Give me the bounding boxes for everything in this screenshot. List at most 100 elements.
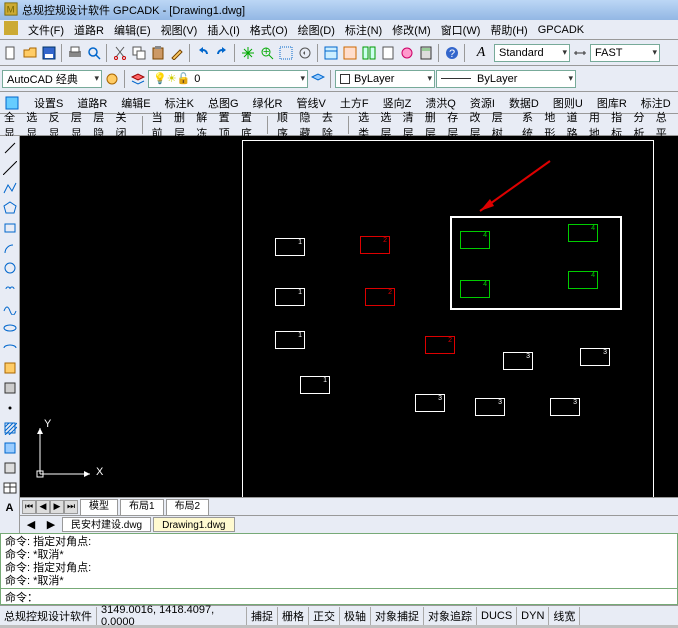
textstyle-combo[interactable]: Standard <box>494 44 570 62</box>
zoom-realtime-icon[interactable]: + <box>258 44 276 62</box>
status-toggle[interactable]: 对象捕捉 <box>371 607 424 625</box>
help-icon[interactable]: ? <box>443 44 461 62</box>
cut-icon[interactable] <box>111 44 129 62</box>
sys-menu-icon[interactable] <box>4 21 18 38</box>
region-icon[interactable] <box>2 460 18 476</box>
status-toggle[interactable]: 捕捉 <box>247 607 278 625</box>
properties-icon[interactable] <box>322 44 340 62</box>
layout-tab[interactable]: 布局1 <box>120 499 164 515</box>
tab-first-icon[interactable]: ⏮ <box>22 500 36 514</box>
zoom-window-icon[interactable] <box>277 44 295 62</box>
entity-box: 1 <box>275 331 305 349</box>
layout-tabs: ⏮ ◀ ▶ ⏭ 模型 布局1 布局2 <box>20 497 678 515</box>
entity-box: 3 <box>580 348 610 366</box>
menu-item[interactable]: 标注(N) <box>345 22 382 38</box>
arc-icon[interactable] <box>2 240 18 256</box>
tab-nav-icon[interactable]: ▶ <box>42 516 60 534</box>
svg-text:?: ? <box>449 48 455 60</box>
match-icon[interactable] <box>168 44 186 62</box>
workspace-settings-icon[interactable] <box>103 70 121 88</box>
menu-item[interactable]: 绘图(D) <box>298 22 335 38</box>
rectangle-icon[interactable] <box>2 220 18 236</box>
ellipse-icon[interactable] <box>2 320 18 336</box>
revcloud-icon[interactable] <box>2 280 18 296</box>
menu-item[interactable]: 修改(M) <box>392 22 431 38</box>
layer-combo[interactable]: 💡 ☀ 🔓 0 <box>148 70 308 88</box>
status-toggle[interactable]: DUCS <box>477 607 517 625</box>
layout-tab[interactable]: 模型 <box>80 499 118 515</box>
toolpalette-icon[interactable] <box>360 44 378 62</box>
menu-item[interactable]: 视图(V) <box>161 22 198 38</box>
menu-item[interactable]: GPCADK <box>538 24 584 36</box>
ellipsearc-icon[interactable] <box>2 340 18 356</box>
redo-icon[interactable] <box>213 44 231 62</box>
menu-item[interactable]: 道路R <box>74 22 104 38</box>
preview-icon[interactable] <box>85 44 103 62</box>
entity-box: 3 <box>415 394 445 412</box>
status-toggle[interactable]: 正交 <box>309 607 340 625</box>
color-combo[interactable]: ByLayer <box>335 70 435 88</box>
window-title: 总规控规设计软件 GPCADK - [Drawing1.dwg] <box>22 2 245 18</box>
spline-icon[interactable] <box>2 300 18 316</box>
print-icon[interactable] <box>66 44 84 62</box>
menu-item[interactable]: 文件(F) <box>28 22 64 38</box>
command-window[interactable]: 命令: 指定对角点: 命令: *取消* 命令: 指定对角点: 命令: *取消* <box>0 533 678 589</box>
point-icon[interactable] <box>2 400 18 416</box>
menu-item[interactable]: 插入(I) <box>207 22 239 38</box>
lock-icon: 🔓 <box>177 72 191 85</box>
designcenter-icon[interactable] <box>341 44 359 62</box>
mtext-icon[interactable]: A <box>2 500 18 516</box>
dimstyle-icon[interactable] <box>571 44 589 62</box>
zoom-prev-icon[interactable] <box>296 44 314 62</box>
markup-icon[interactable] <box>398 44 416 62</box>
workspace-combo[interactable]: AutoCAD 经典 <box>2 70 102 88</box>
open-icon[interactable] <box>21 44 39 62</box>
pline-icon[interactable] <box>2 180 18 196</box>
menu-item[interactable]: 格式(O) <box>250 22 288 38</box>
textstyle-icon[interactable]: A <box>469 44 493 62</box>
entity-box: 3 <box>503 352 533 370</box>
sheet-icon[interactable] <box>379 44 397 62</box>
entity-box: 4 <box>460 280 490 298</box>
tab-next-icon[interactable]: ▶ <box>50 500 64 514</box>
layer-manager-icon[interactable] <box>129 70 147 88</box>
copy-icon[interactable] <box>130 44 148 62</box>
status-toggle[interactable]: 线宽 <box>549 607 580 625</box>
status-toggle[interactable]: DYN <box>517 607 549 625</box>
pan-icon[interactable] <box>239 44 257 62</box>
table-icon[interactable] <box>2 480 18 496</box>
status-toggle[interactable]: 极轴 <box>340 607 371 625</box>
insert-icon[interactable] <box>2 360 18 376</box>
menu-item[interactable]: 帮助(H) <box>490 22 527 38</box>
draw-toolbar: A <box>0 136 20 533</box>
gradient-icon[interactable] <box>2 440 18 456</box>
status-toggle[interactable]: 栅格 <box>278 607 309 625</box>
tab-prev-icon[interactable]: ◀ <box>36 500 50 514</box>
save-icon[interactable] <box>40 44 58 62</box>
dimstyle-combo[interactable]: FAST <box>590 44 660 62</box>
linetype-combo[interactable]: ByLayer <box>436 70 576 88</box>
block-icon[interactable] <box>2 380 18 396</box>
circle-icon[interactable] <box>2 260 18 276</box>
tab-nav-icon[interactable]: ◀ <box>22 516 40 534</box>
calc-icon[interactable] <box>417 44 435 62</box>
menu-item[interactable]: 编辑(E) <box>114 22 151 38</box>
document-tab[interactable]: Drawing1.dwg <box>153 517 234 532</box>
model-viewport[interactable]: 1 1 1 1 3 3 3 3 3 2 2 2 4 4 4 4 X Y <box>20 136 678 497</box>
layer-filter-bar: 全显 选显 反显 层显 层隐 关闭 当前 删层 解冻 置顶 置底 顺序 隐藏 去… <box>0 114 678 136</box>
menu-item[interactable]: 窗口(W) <box>441 22 481 38</box>
xline-icon[interactable] <box>2 160 18 176</box>
line-icon[interactable] <box>2 140 18 156</box>
paste-icon[interactable] <box>149 44 167 62</box>
undo-icon[interactable] <box>194 44 212 62</box>
layout-tab[interactable]: 布局2 <box>166 499 210 515</box>
hatch-icon[interactable] <box>2 420 18 436</box>
entity-box: 4 <box>568 224 598 242</box>
document-tab[interactable]: 民安村建设.dwg <box>62 517 151 532</box>
status-toggle[interactable]: 对象追踪 <box>424 607 477 625</box>
title-bar: M 总规控规设计软件 GPCADK - [Drawing1.dwg] <box>0 0 678 20</box>
polygon-icon[interactable] <box>2 200 18 216</box>
layer-prev-icon[interactable] <box>309 70 327 88</box>
new-icon[interactable] <box>2 44 20 62</box>
tab-last-icon[interactable]: ⏭ <box>64 500 78 514</box>
